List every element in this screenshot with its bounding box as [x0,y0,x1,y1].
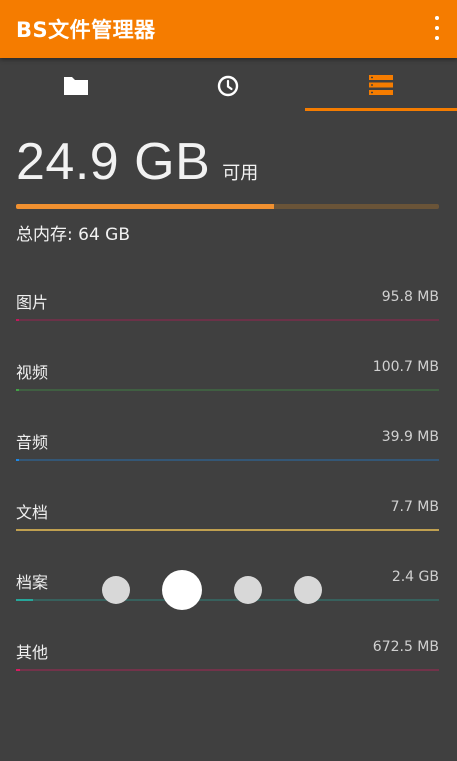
category-name: 视频 [16,363,49,382]
available-label: 可用 [222,163,259,184]
tab-bar [0,58,457,112]
category-name: 其他 [16,643,49,662]
storage-usage-fill [16,204,275,209]
category-usage-bar [16,459,439,461]
category-row[interactable]: 视频 100.7 MB [16,359,439,399]
category-usage-bar [16,529,439,531]
category-name: 图片 [16,293,49,312]
category-size: 100.7 MB [372,359,439,375]
category-row[interactable]: 其他 672.5 MB [16,639,439,679]
clock-icon [217,75,239,97]
category-usage-fill [16,389,20,391]
category-usage-bar [16,319,439,321]
category-row[interactable]: 档案 2.4 GB [16,569,439,609]
category-name: 音频 [16,433,49,452]
category-usage-bar [16,389,439,391]
category-usage-fill [16,599,33,601]
total-storage: 总内存: 64 GB [16,225,131,245]
tab-storage[interactable] [305,58,457,112]
category-row[interactable]: 文档 7.7 MB [16,499,439,539]
category-usage-bar [16,669,439,671]
folder-icon [64,77,88,95]
app-title: BS文件管理器 [16,18,156,42]
page-dot-active[interactable] [162,570,202,610]
tab-files[interactable] [0,58,152,112]
storage-list-icon [369,75,393,95]
category-usage-fill [16,459,20,461]
category-usage-fill [16,319,20,321]
category-row[interactable]: 图片 95.8 MB [16,289,439,329]
overflow-menu-icon[interactable] [431,14,443,42]
category-usage-bar [16,599,439,601]
category-size: 7.7 MB [390,499,439,515]
category-row[interactable]: 音频 39.9 MB [16,429,439,469]
category-usage-fill [16,669,21,671]
category-size: 2.4 GB [391,569,439,585]
category-size: 39.9 MB [381,429,439,445]
category-name: 文档 [16,503,49,522]
page-dot[interactable] [294,576,322,604]
tab-indicator [305,108,457,111]
storage-usage-bar [16,204,439,209]
page-dot[interactable] [102,576,130,604]
page-dot[interactable] [234,576,262,604]
category-usage-fill [16,529,439,531]
category-name: 档案 [16,573,49,592]
category-size: 672.5 MB [372,639,439,655]
category-size: 95.8 MB [381,289,439,305]
available-value: 24.9 GB [16,133,211,191]
available-storage: 24.9 GB 可用 [16,132,258,196]
tab-recent[interactable] [152,58,304,112]
app-bar: BS文件管理器 [0,0,457,58]
